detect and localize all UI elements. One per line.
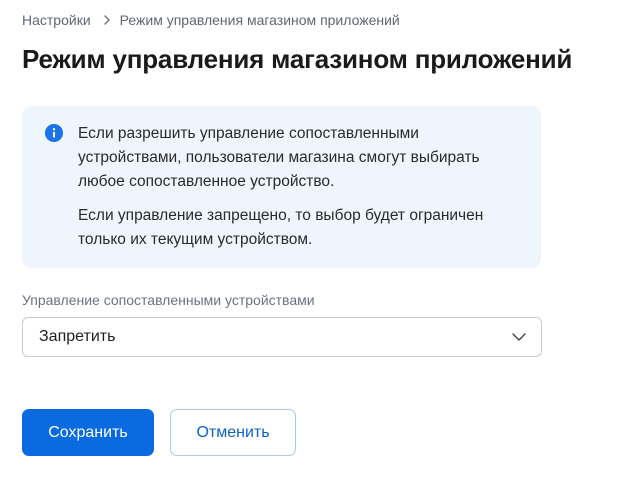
cancel-button[interactable]: Отменить bbox=[170, 409, 296, 456]
info-icon bbox=[45, 124, 63, 142]
chevron-right-icon bbox=[103, 15, 111, 25]
field-label: Управление сопоставленными устройствами bbox=[22, 292, 315, 308]
chevron-down-icon bbox=[511, 329, 527, 345]
info-callout: Если разрешить управление сопоставленным… bbox=[22, 106, 541, 268]
breadcrumb-current: Режим управления магазином приложений bbox=[119, 12, 400, 28]
breadcrumb: Настройки Режим управления магазином при… bbox=[22, 12, 400, 28]
page-title: Режим управления магазином приложений bbox=[22, 44, 573, 74]
breadcrumb-settings-link[interactable]: Настройки bbox=[22, 12, 91, 28]
settings-page: Настройки Режим управления магазином при… bbox=[0, 0, 637, 479]
save-button[interactable]: Сохранить bbox=[22, 409, 154, 456]
info-paragraph-allow: Если разрешить управление сопоставленным… bbox=[78, 125, 480, 190]
info-paragraph-deny: Если управление запрещено, то выбор буде… bbox=[78, 207, 484, 248]
device-management-select[interactable]: Запретить bbox=[22, 317, 542, 357]
select-value: Запретить bbox=[39, 328, 116, 345]
